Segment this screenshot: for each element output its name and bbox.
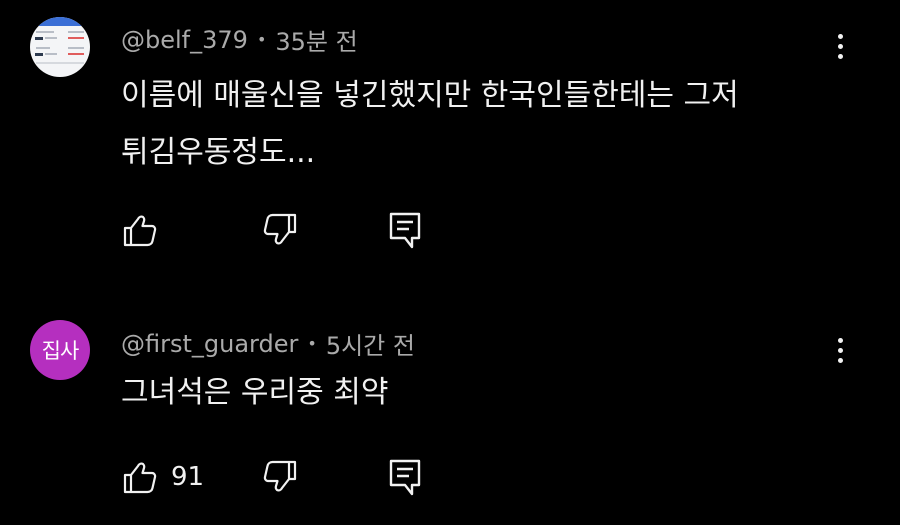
meta-separator: • [307,334,317,353]
comment-text-line: 그녀석은 우리중 최약 [121,375,389,410]
comment-text-line: 이름에 매울신을 넣긴했지만 한국인들한테는 그저 [121,78,739,113]
dislike-button[interactable] [260,210,300,250]
reply-comment-icon [389,212,421,249]
avatar-image [30,17,90,77]
comment-meta: @first_guarder • 5시간 전 [121,326,415,361]
comment-text: 그녀석은 우리중 최약 [121,364,388,421]
meta-separator: • [256,30,267,49]
dislike-button[interactable] [260,457,300,497]
author-name[interactable]: @first_guarder [121,330,298,358]
reply-button[interactable] [385,210,425,250]
comment-text: 이름에 매울신을 넣긴했지만 한국인들한테는 그저 튀김우동정도... [121,67,739,181]
thumbs-down-icon [263,460,297,492]
thumbs-up-icon [123,462,157,494]
comment-thread-item: @belf_379 • 35분 전 이름에 매울신을 넣긴했지만 한국인들한테는… [0,0,900,265]
like-button[interactable] [120,210,160,250]
reply-comment-icon [389,459,421,496]
more-options-button[interactable] [826,330,854,370]
thumbs-up-icon [123,215,157,247]
thumbs-down-icon [263,213,297,245]
more-vertical-icon [837,33,843,39]
like-count: 91 [171,462,205,492]
author-name[interactable]: @belf_379 [121,26,248,54]
avatar[interactable]: 집사 [30,320,90,380]
more-options-button[interactable] [826,26,854,66]
comment-time[interactable]: 35분 전 [275,22,357,57]
comment-thread-item: 집사 @first_guarder • 5시간 전 그녀석은 우리중 최약 91 [0,300,900,525]
comment-time[interactable]: 5시간 전 [326,326,415,361]
comment-text-line: 튀김우동정도... [121,135,316,170]
avatar[interactable] [30,17,90,77]
more-vertical-icon [837,337,843,343]
reply-button[interactable] [385,457,425,497]
avatar-initials: 집사 [41,339,80,363]
comment-meta: @belf_379 • 35분 전 [121,22,358,57]
like-button[interactable] [120,457,160,497]
